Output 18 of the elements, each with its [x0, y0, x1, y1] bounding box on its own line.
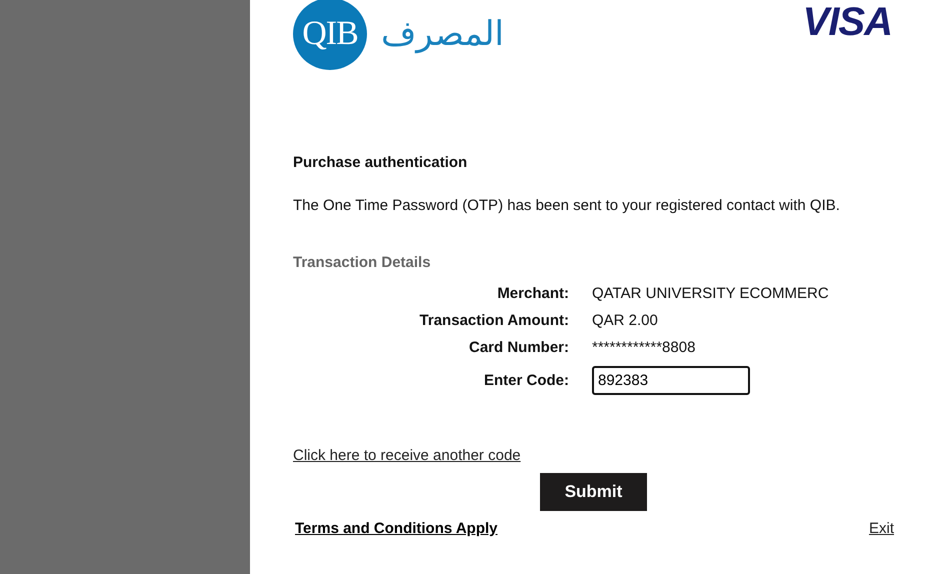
terms-link[interactable]: Terms and Conditions Apply [295, 520, 498, 537]
page-heading: Purchase authentication [293, 154, 468, 171]
detail-value: QATAR UNIVERSITY ECOMMERC [592, 285, 830, 302]
detail-value: QAR 2.00 [592, 312, 659, 329]
otp-message: The One Time Password (OTP) has been sent to your registered contact with QIB. [293, 197, 841, 214]
detail-label: Transaction Amount: [418, 312, 569, 329]
section-title: Transaction Details [293, 254, 432, 271]
bank-name: المصرف [381, 14, 504, 54]
exit-link[interactable]: Exit [868, 520, 894, 537]
submit-button[interactable]: Submit [540, 473, 647, 511]
code-field[interactable]: 892383 [592, 366, 750, 395]
code-label: Enter Code: [482, 372, 569, 389]
card-logo: VISA [802, 0, 893, 44]
detail-label: Card Number: [468, 339, 569, 356]
detail-value: ************8808 [592, 339, 696, 356]
detail-label: Merchant: [496, 285, 569, 302]
bank-emblem: QIB [293, 0, 367, 70]
resend-link[interactable]: Click here to receive another code [293, 447, 521, 464]
